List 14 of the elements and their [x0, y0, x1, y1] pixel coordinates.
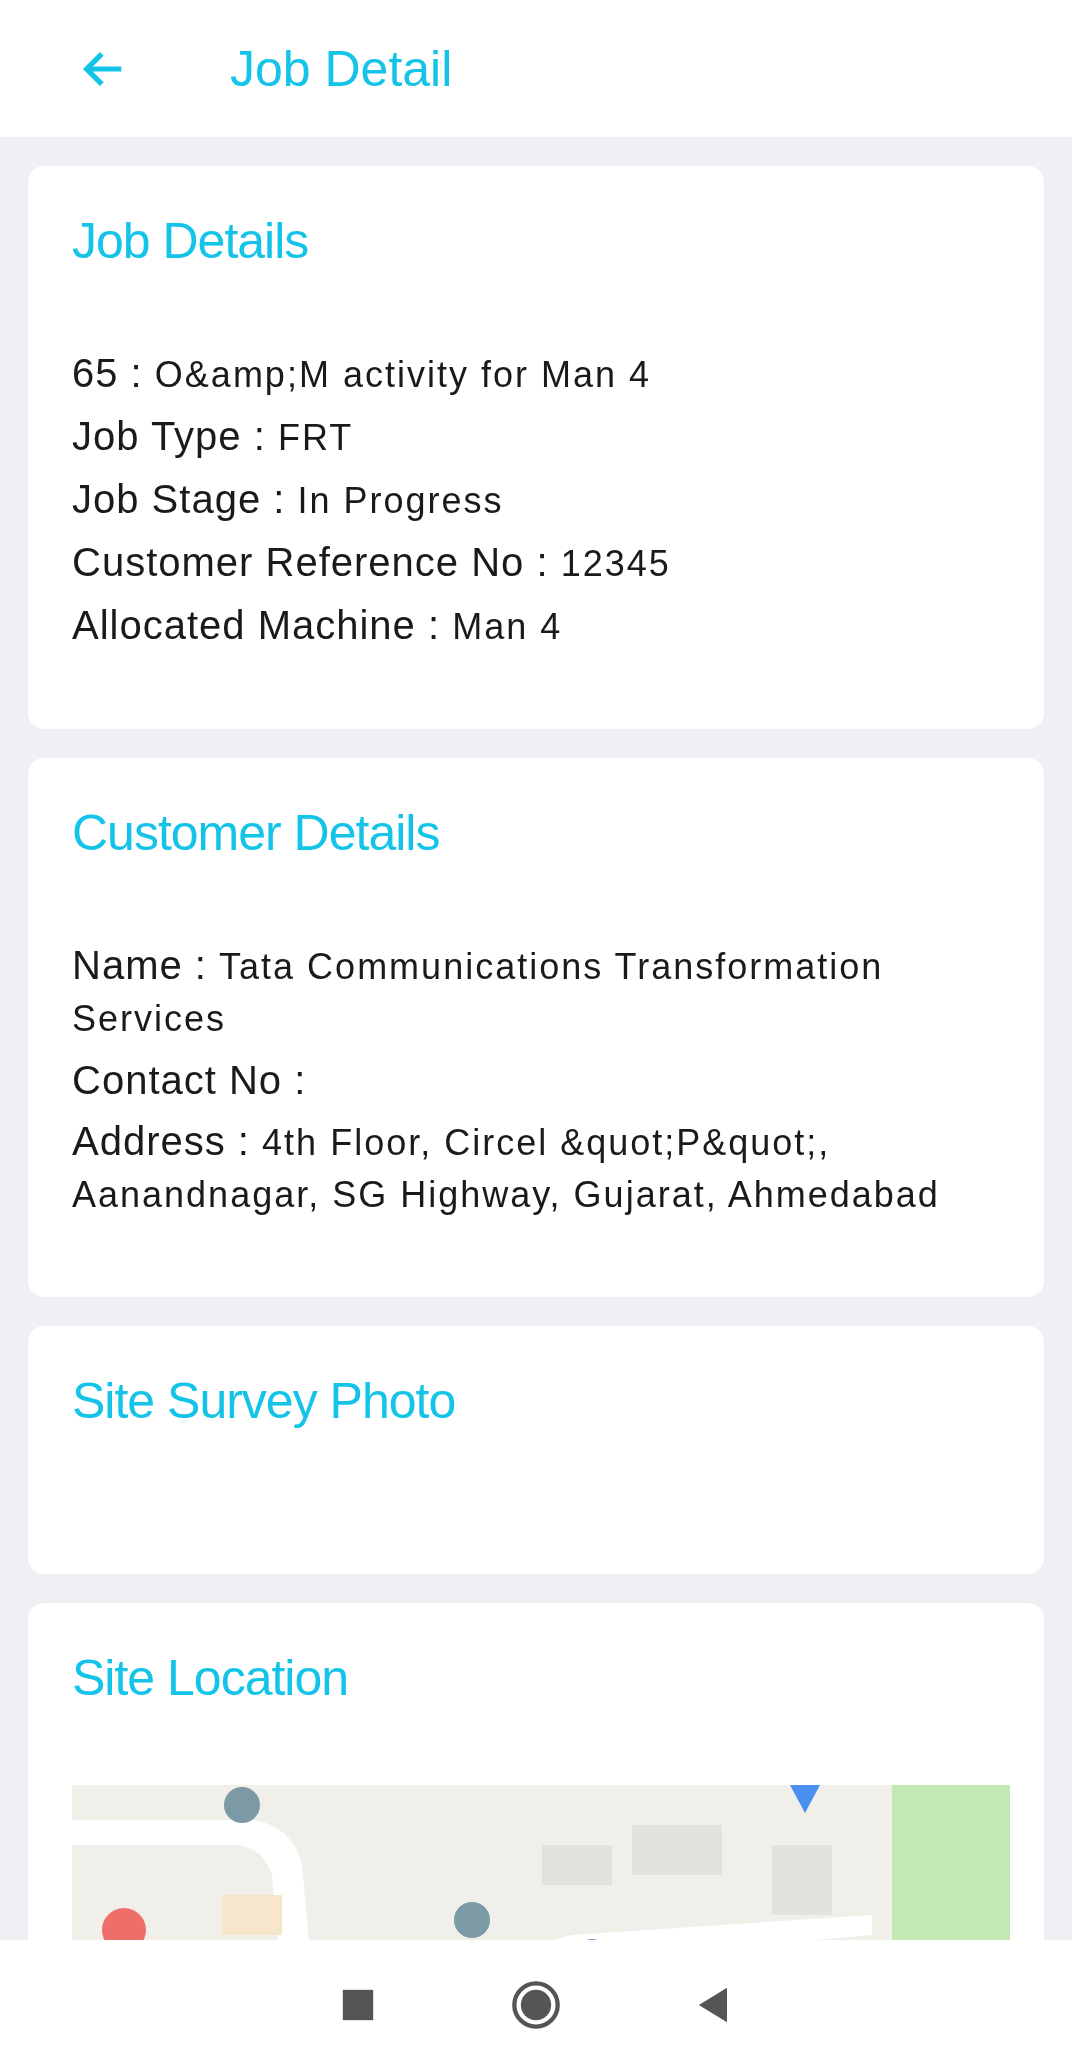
field-text: Allocated Machine : Man 4: [72, 602, 564, 649]
card-title: Site Survey Photo: [72, 1372, 457, 1431]
field-text: Contact No :: [72, 1057, 308, 1104]
card-title: Customer Details: [72, 804, 441, 863]
home-circle-icon[interactable]: [510, 1978, 562, 2031]
field-text: Job Type : FRT: [72, 413, 355, 460]
card-title: Site Location: [72, 1649, 350, 1708]
field-text: Address : 4th Floor, Circel &quot;P&quot;, Aanandnagar, SG Highway, Gujarat, Ahmedabad: [72, 1118, 941, 1217]
field-text: Job Stage : In Progress: [72, 476, 505, 523]
card-title: Job Details: [72, 212, 310, 271]
field-text: 65 : O&amp;M activity for Man 4: [72, 350, 652, 397]
field-text: Name : Tata Communications Transformation Services: [72, 942, 885, 1041]
field-text: Customer Reference No : 12345: [72, 539, 672, 586]
screen-title: Job Detail: [230, 39, 453, 98]
